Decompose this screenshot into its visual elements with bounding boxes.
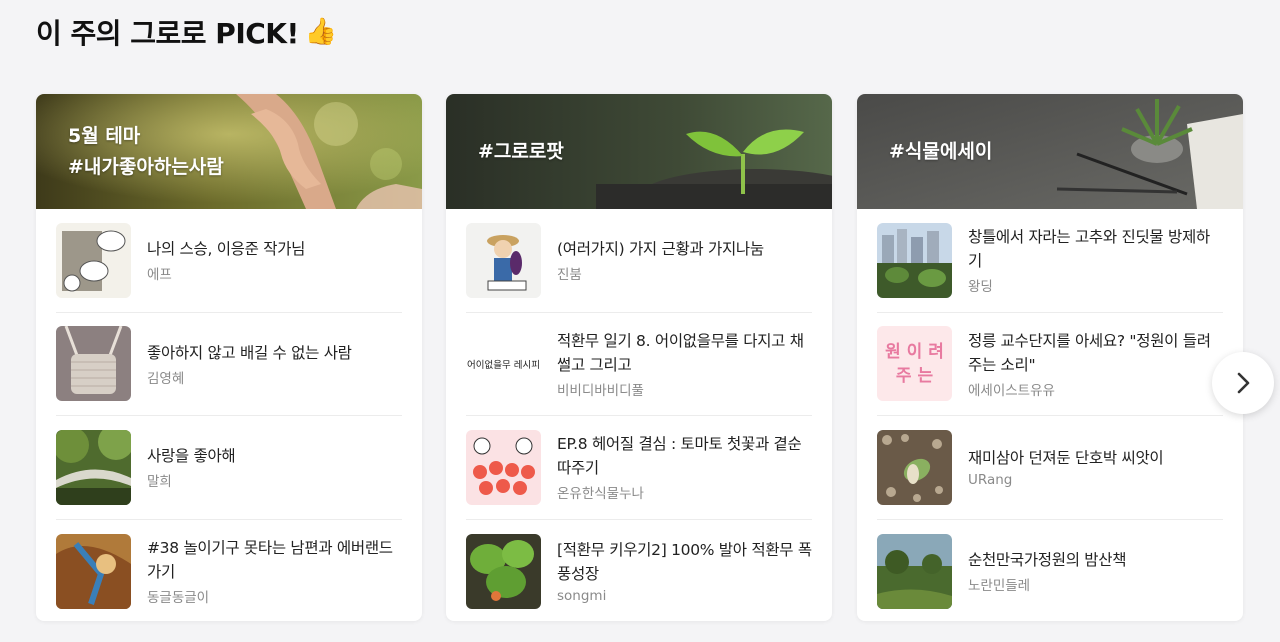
post-title: 재미삼아 던져둔 단호박 씨앗이 [968,449,1164,468]
post-author: 김영혜 [147,370,185,387]
pick-card-grorro-pot: #그로로팟 (여러가지) 가지 근황과 가지나눔 진붐 어이없을무 레시피 적환… [446,94,832,621]
banner-line: 5월 테마 [68,124,141,147]
post-thumbnail [466,533,541,609]
pick-section: 이 주의 그로로 PICK! 👍 5월 테마 #내가좋아하는사람 나의 스승, … [0,0,1280,642]
post-thumbnail [466,429,541,505]
post-author: songmi [557,588,607,605]
post-thumbnail [56,222,131,298]
post-title: 정릉 교수단지를 아세요? "정원이 들려주는 소리" [968,331,1211,374]
next-slide-button[interactable] [1212,352,1274,414]
post-author: 에세이스트유유 [968,382,1055,399]
post-thumbnail [56,533,131,609]
post-thumbnail: 어이없을무 레시피 [466,326,541,402]
post-title: 나의 스승, 이응준 작가님 [147,240,306,259]
post-thumbnail [56,429,131,505]
post-thumbnail [466,222,541,298]
list-item[interactable]: 창틀에서 자라는 고추와 진딧물 방제하기 왕딩 [877,209,1223,313]
post-thumbnail: 원 이 려 주 는 [877,326,952,402]
card-banner[interactable]: 5월 테마 #내가좋아하는사람 [36,94,422,209]
post-thumbnail [877,222,952,298]
post-title: (여러가지) 가지 근황과 가지나눔 [557,240,764,259]
post-title: 순천만국가정원의 밤산책 [968,551,1127,570]
list-item[interactable]: EP.8 헤어질 결심 : 토마토 첫꽃과 곁순 따주기 온유한식물누나 [466,416,812,520]
post-author: 에프 [147,267,172,284]
pick-card-plant-essay: #식물에세이 창틀에서 자라는 고추와 진딧물 방제하기 왕딩 원 이 려 주 … [857,94,1243,621]
card-banner[interactable]: #그로로팟 [446,94,832,209]
card-banner[interactable]: #식물에세이 [857,94,1243,209]
post-author: 온유한식물누나 [557,486,644,503]
list-item[interactable]: 재미삼아 던져둔 단호박 씨앗이 URang [877,416,1223,520]
post-author: 비비디바비디풀 [557,382,644,399]
post-author: 말희 [147,474,172,491]
post-thumbnail [877,429,952,505]
post-author: 진붐 [557,267,582,284]
list-item[interactable]: 어이없을무 레시피 적환무 일기 8. 어이없을무를 다지고 채썰고 그리고 비… [466,313,812,416]
post-title: #38 놀이기구 못타는 남편과 에버랜드 가기 [147,539,393,582]
banner-line: #식물에세이 [889,140,993,162]
post-thumbnail [56,326,131,402]
banner-line: #그로로팟 [478,140,564,162]
chevron-right-icon [1237,372,1250,394]
post-title: 좋아하지 않고 배길 수 없는 사람 [147,343,352,362]
section-heading: 이 주의 그로로 PICK! 👍 [36,12,337,52]
thumbnail-caption: 원 이 려 주 는 [885,341,944,386]
thumbnail-caption: 어이없을무 레시피 [467,359,540,371]
post-author: 동글동글이 [147,590,210,607]
list-item[interactable]: 사랑을 좋아해 말희 [56,416,402,520]
list-item[interactable]: [적환무 키우기2] 100% 발아 적환무 폭풍성장 songmi [466,520,812,622]
pick-card-theme: 5월 테마 #내가좋아하는사람 나의 스승, 이응준 작가님 에프 좋아하지 않… [36,94,422,621]
section-title: 이 주의 그로로 PICK! [36,17,299,50]
list-item[interactable]: 좋아하지 않고 배길 수 없는 사람 김영혜 [56,313,402,416]
post-author: 왕딩 [968,279,993,296]
post-title: 창틀에서 자라는 고추와 진딧물 방제하기 [968,228,1210,271]
post-author: 노란민들레 [968,578,1031,595]
list-item[interactable]: (여러가지) 가지 근황과 가지나눔 진붐 [466,209,812,313]
post-title: [적환무 키우기2] 100% 발아 적환무 폭풍성장 [557,541,812,584]
post-thumbnail [877,533,952,609]
banner-line: #내가좋아하는사람 [68,155,224,178]
post-title: 사랑을 좋아해 [147,447,236,466]
post-title: EP.8 헤어질 결심 : 토마토 첫꽃과 곁순 따주기 [557,435,802,478]
list-item[interactable]: #38 놀이기구 못타는 남편과 에버랜드 가기 동글동글이 [56,520,402,622]
list-item[interactable]: 원 이 려 주 는 정릉 교수단지를 아세요? "정원이 들려주는 소리" 에세… [877,313,1223,416]
list-item[interactable]: 나의 스승, 이응준 작가님 에프 [56,209,402,313]
thumbs-up-icon: 👍 [304,17,337,47]
post-title: 적환무 일기 8. 어이없을무를 다지고 채썰고 그리고 [557,331,804,374]
post-author: URang [968,472,1013,489]
list-item[interactable]: 순천만국가정원의 밤산책 노란민들레 [877,520,1223,622]
